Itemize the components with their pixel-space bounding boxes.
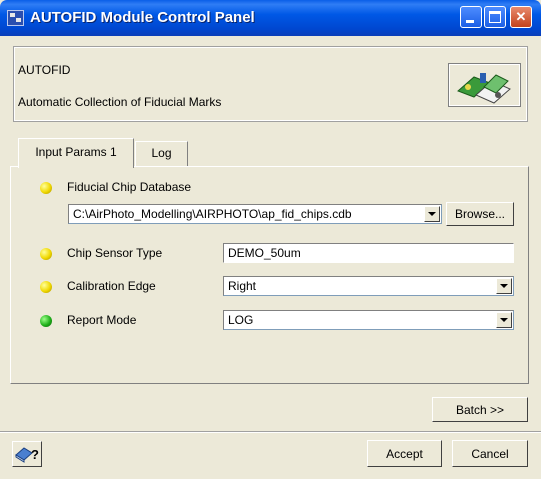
- close-icon: ✕: [515, 9, 527, 24]
- cancel-button[interactable]: Cancel: [452, 440, 528, 467]
- fiducial-db-select[interactable]: C:\AirPhoto_Modelling\AIRPHOTO\ap_fid_ch…: [68, 204, 442, 224]
- maximize-icon: [489, 11, 501, 23]
- chip-sensor-input[interactable]: [224, 244, 513, 262]
- minimize-button[interactable]: [460, 6, 482, 28]
- chevron-down-icon[interactable]: [496, 312, 512, 328]
- maximize-button[interactable]: [484, 6, 506, 28]
- help-button[interactable]: ?: [12, 441, 42, 467]
- footer-divider: [0, 431, 541, 433]
- report-mode-select[interactable]: LOG: [223, 310, 514, 330]
- close-button[interactable]: ✕: [510, 6, 532, 28]
- chip-sensor-field[interactable]: [223, 243, 514, 263]
- chip-sensor-status-led: [40, 248, 52, 260]
- module-description: Automatic Collection of Fiducial Marks: [18, 95, 222, 109]
- calibration-edge-select[interactable]: Right: [223, 276, 514, 296]
- fiducial-db-label: Fiducial Chip Database: [67, 180, 192, 194]
- module-name: AUTOFID: [18, 63, 71, 77]
- help-book-icon: ?: [15, 447, 39, 463]
- app-icon: [7, 10, 24, 26]
- module-logo: [448, 63, 521, 107]
- browse-button[interactable]: Browse...: [446, 202, 514, 226]
- calibration-edge-value: Right: [228, 279, 257, 293]
- film-strip-icon: [457, 73, 511, 104]
- svg-text:?: ?: [31, 447, 39, 462]
- chevron-down-icon[interactable]: [424, 206, 440, 222]
- tab-log[interactable]: Log: [135, 141, 188, 166]
- input-params-panel: [10, 166, 529, 384]
- tab-input-params-1-label: Input Params 1: [35, 145, 117, 159]
- report-mode-label: Report Mode: [67, 313, 137, 327]
- report-mode-value: LOG: [228, 313, 254, 327]
- tab-log-label: Log: [151, 146, 172, 160]
- window-title: AUTOFID Module Control Panel: [30, 9, 255, 26]
- tab-input-params-1[interactable]: Input Params 1: [18, 138, 134, 168]
- chevron-down-icon[interactable]: [496, 278, 512, 294]
- minimize-icon: [466, 20, 474, 23]
- calibration-edge-label: Calibration Edge: [67, 279, 156, 293]
- accept-button[interactable]: Accept: [367, 440, 442, 467]
- dialog-window: AUTOFID Module Control Panel ✕ AUTOFID A…: [0, 0, 541, 479]
- title-bar[interactable]: AUTOFID Module Control Panel ✕: [0, 0, 541, 36]
- batch-button[interactable]: Batch >>: [432, 397, 528, 422]
- fiducial-db-value: C:\AirPhoto_Modelling\AIRPHOTO\ap_fid_ch…: [73, 207, 352, 221]
- fiducial-db-status-led: [40, 182, 52, 194]
- calibration-edge-status-led: [40, 281, 52, 293]
- report-mode-status-led: [40, 315, 52, 327]
- chip-sensor-label: Chip Sensor Type: [67, 246, 163, 260]
